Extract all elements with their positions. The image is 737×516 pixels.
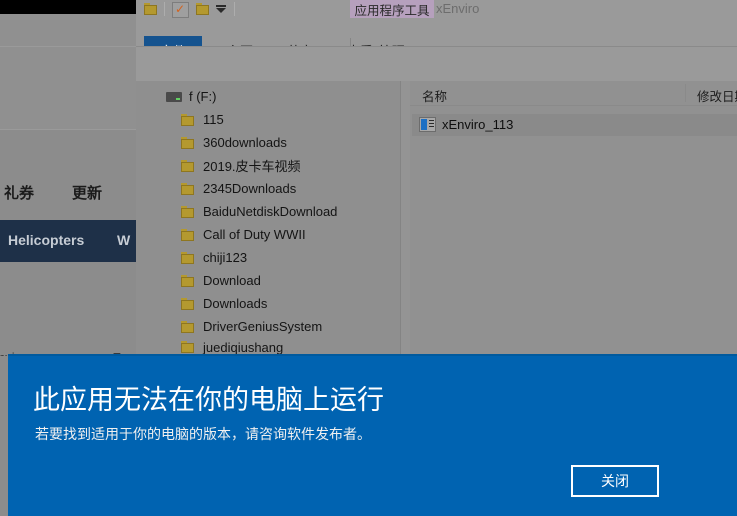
folder-icon <box>181 297 195 310</box>
file-name: xEnviro_113 <box>442 117 514 132</box>
tree-item-label: 2345Downloads <box>203 181 297 196</box>
app-cannot-run-dialog: 此应用无法在你的电脑上运行 若要找到适用于你的电脑的版本，请咨询软件发布者。 关… <box>8 356 737 516</box>
tree-item-115[interactable]: 115 <box>181 108 224 131</box>
new-folder-icon[interactable] <box>144 3 158 15</box>
folder-icon <box>181 274 195 287</box>
pane-splitter-line <box>400 81 401 374</box>
tree-item-label: DriverGeniusSystem <box>203 319 323 334</box>
background-black-bar <box>0 0 136 14</box>
folder-icon <box>181 251 195 264</box>
column-header-name[interactable]: 名称 <box>422 86 447 105</box>
open-folder-icon[interactable] <box>196 3 210 15</box>
background-tab-coupons: 礼券 <box>4 185 35 202</box>
column-header-date[interactable]: 修改日期 <box>697 86 737 105</box>
ribbon-tab-strip: 文件 主页 共享 查看 管理 <box>136 18 737 64</box>
tree-item-label: Downloads <box>203 296 268 311</box>
file-explorer-window: ✓ 应用程序工具 xEnviro 文件 主页 共享 查看 管理 ← → ⌄ ↑ … <box>136 0 737 374</box>
column-header-row: 名称 修改日期 <box>410 81 737 106</box>
column-separator[interactable] <box>685 84 686 102</box>
folder-icon <box>181 341 195 353</box>
tree-item-chiji123[interactable]: chiji123 <box>181 246 247 269</box>
tree-item-2019-pickup-video[interactable]: 2019.皮卡车视频 <box>181 154 301 177</box>
folder-icon <box>181 320 195 333</box>
folder-icon <box>181 136 195 149</box>
tree-item-call-of-duty-wwii[interactable]: Call of Duty WWII <box>181 223 306 246</box>
tree-item-downloads[interactable]: Downloads <box>181 292 267 315</box>
tree-item-2345downloads[interactable]: 2345Downloads <box>181 177 296 200</box>
close-button[interactable]: 关闭 <box>571 465 659 497</box>
tree-item-baidunetdiskdownload[interactable]: BaiduNetdiskDownload <box>181 200 337 223</box>
qat-separator-1 <box>164 2 165 16</box>
pane-splitter[interactable] <box>400 81 410 374</box>
background-nav-helicopters: Helicopters <box>8 232 85 248</box>
folder-icon <box>181 228 195 241</box>
background-tab-updates: 更新 <box>72 185 103 202</box>
folder-icon <box>181 205 195 218</box>
tree-item-label: 2019.皮卡车视频 <box>203 159 301 174</box>
tree-item-drivergeniussystem[interactable]: DriverGeniusSystem <box>181 315 322 338</box>
address-bar-row: ← → ⌄ ↑ › 此电脑 › f (F:) › XP11文件 › xEnvir… <box>136 47 737 123</box>
tree-item-label: BaiduNetdiskDownload <box>203 204 338 219</box>
background-divider-2 <box>0 129 136 130</box>
tree-item-label: Download <box>203 273 261 288</box>
folder-icon <box>181 159 195 172</box>
contextual-tab-group-label: 应用程序工具 <box>350 0 434 18</box>
folder-icon <box>181 113 195 126</box>
dialog-left-gap <box>0 356 8 516</box>
properties-icon[interactable]: ✓ <box>172 2 189 18</box>
column-header-underline <box>410 105 737 106</box>
application-icon <box>419 117 436 132</box>
tree-item-label: juediqiushang <box>203 339 284 355</box>
dialog-subtitle: 若要找到适用于你的电脑的版本，请咨询软件发布者。 <box>35 426 371 442</box>
dialog-title: 此应用无法在你的电脑上运行 <box>33 385 384 415</box>
tree-item-label: 115 <box>203 112 224 127</box>
tree-item-drive-f[interactable]: f (F:) <box>166 85 216 108</box>
tree-item-label: 360downloads <box>203 135 287 150</box>
tree-item-label: f (F:) <box>189 89 217 104</box>
drive-icon <box>166 91 182 102</box>
background-divider-1 <box>0 46 136 47</box>
background-nav-w: W <box>117 232 131 248</box>
tree-item-360downloads[interactable]: 360downloads <box>181 131 287 154</box>
navigation-pane: f (F:) 115 360downloads 2019.皮卡车视频 2345D… <box>136 81 400 374</box>
tree-item-label: chiji123 <box>203 250 248 265</box>
qat-separator-2 <box>234 2 235 16</box>
background-navbar: Helicopters W <box>0 220 136 262</box>
window-title: xEnviro <box>436 1 480 16</box>
folder-icon <box>181 182 195 195</box>
background-panel-top <box>0 14 136 129</box>
table-row[interactable]: xEnviro_113 2020/3/ <box>412 114 737 136</box>
tree-item-label: Call of Duty WWII <box>203 227 306 242</box>
tree-item-download[interactable]: Download <box>181 269 261 292</box>
